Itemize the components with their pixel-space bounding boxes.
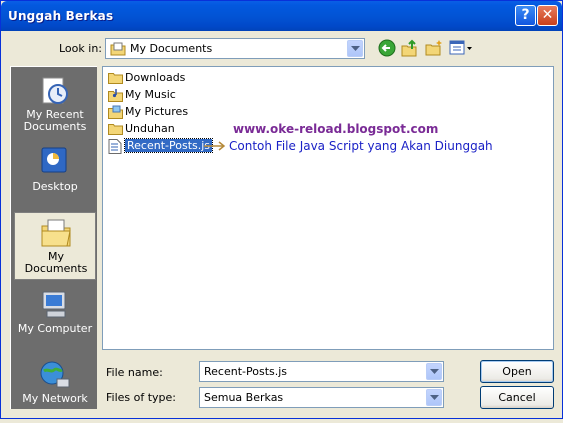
annotation-text: Contoh File Java Script yang Akan Diungg… <box>229 139 493 153</box>
views-menu-button[interactable] <box>449 39 475 59</box>
file-type-select[interactable]: Semua Berkas <box>199 387 444 408</box>
place-desktop[interactable]: Desktop <box>14 141 96 209</box>
script-file-icon <box>108 139 122 154</box>
list-item[interactable]: My Music <box>108 87 176 103</box>
title-bar[interactable]: Unggah Berkas ? ✕ <box>1 1 562 31</box>
place-my-recent-documents[interactable]: My Recent Documents <box>14 71 96 139</box>
cancel-button[interactable]: Cancel <box>480 386 554 409</box>
look-in-dropdown[interactable]: My Documents <box>105 38 365 59</box>
list-item-selected[interactable]: Recent-Posts.js <box>108 138 214 154</box>
look-in-dropdown-button[interactable] <box>347 40 363 57</box>
look-in-label: Look in: <box>59 42 102 55</box>
place-my-network[interactable]: My Network <box>14 355 96 423</box>
place-label: Desktop <box>32 180 78 193</box>
file-name: Recent-Posts.js <box>123 138 214 153</box>
file-name-value: Recent-Posts.js <box>204 365 288 378</box>
arrow-right-icon <box>204 141 226 151</box>
new-folder-icon <box>425 40 442 56</box>
file-name: My Pictures <box>125 105 189 118</box>
place-label: My Documents <box>24 250 88 275</box>
file-name-label: File name: <box>106 366 163 379</box>
file-type-label: Files of type: <box>106 391 177 404</box>
places-bar: My Recent Documents Desktop My Documents… <box>10 66 97 409</box>
file-type-value: Semua Berkas <box>204 391 284 404</box>
chevron-down-icon <box>351 46 360 51</box>
music-folder-icon <box>108 89 123 102</box>
help-button[interactable]: ? <box>515 5 536 26</box>
my-network-icon <box>40 361 70 388</box>
back-button[interactable] <box>378 39 398 59</box>
file-list[interactable]: Downloads My Music My Pictures Unduhan R… <box>102 66 554 350</box>
chevron-down-icon <box>430 369 439 374</box>
close-button[interactable]: ✕ <box>537 5 558 26</box>
place-label: My Recent Documents <box>23 108 87 133</box>
pictures-folder-icon <box>108 105 123 119</box>
place-my-computer[interactable]: My Computer <box>14 285 96 353</box>
folder-icon <box>108 124 123 135</box>
desktop-icon <box>41 147 67 173</box>
open-button[interactable]: Open <box>480 360 554 383</box>
chevron-down-icon <box>430 395 439 400</box>
look-in-value: My Documents <box>130 42 213 55</box>
file-name-dropdown-button[interactable] <box>426 363 442 380</box>
views-menu-icon <box>449 40 472 55</box>
file-name-combo[interactable]: Recent-Posts.js <box>199 361 444 382</box>
my-documents-small-icon <box>110 42 126 59</box>
file-name: My Music <box>125 88 176 101</box>
file-name: Downloads <box>125 71 186 84</box>
place-my-documents[interactable]: My Documents <box>14 212 96 280</box>
file-upload-dialog: Unggah Berkas ? ✕ Look in: My Documents … <box>0 0 563 419</box>
file-type-dropdown-button[interactable] <box>426 389 442 406</box>
close-icon: ✕ <box>541 7 554 23</box>
window-title: Unggah Berkas <box>8 9 114 23</box>
my-documents-icon <box>41 219 71 247</box>
up-folder-button[interactable] <box>401 39 421 59</box>
new-folder-button[interactable] <box>425 39 445 59</box>
folder-icon <box>108 73 123 84</box>
list-item[interactable]: Downloads <box>108 70 185 86</box>
recent-documents-icon <box>42 77 68 104</box>
up-folder-icon <box>401 39 417 57</box>
list-item[interactable]: Unduhan <box>108 121 175 137</box>
watermark-text: www.oke-reload.blogspot.com <box>233 122 439 136</box>
place-label: My Computer <box>17 322 93 335</box>
my-computer-icon <box>42 291 66 318</box>
help-icon: ? <box>521 7 530 23</box>
place-label: My Network <box>22 392 88 405</box>
list-item[interactable]: My Pictures <box>108 104 188 120</box>
back-icon <box>378 39 396 57</box>
file-name: Unduhan <box>125 122 175 135</box>
